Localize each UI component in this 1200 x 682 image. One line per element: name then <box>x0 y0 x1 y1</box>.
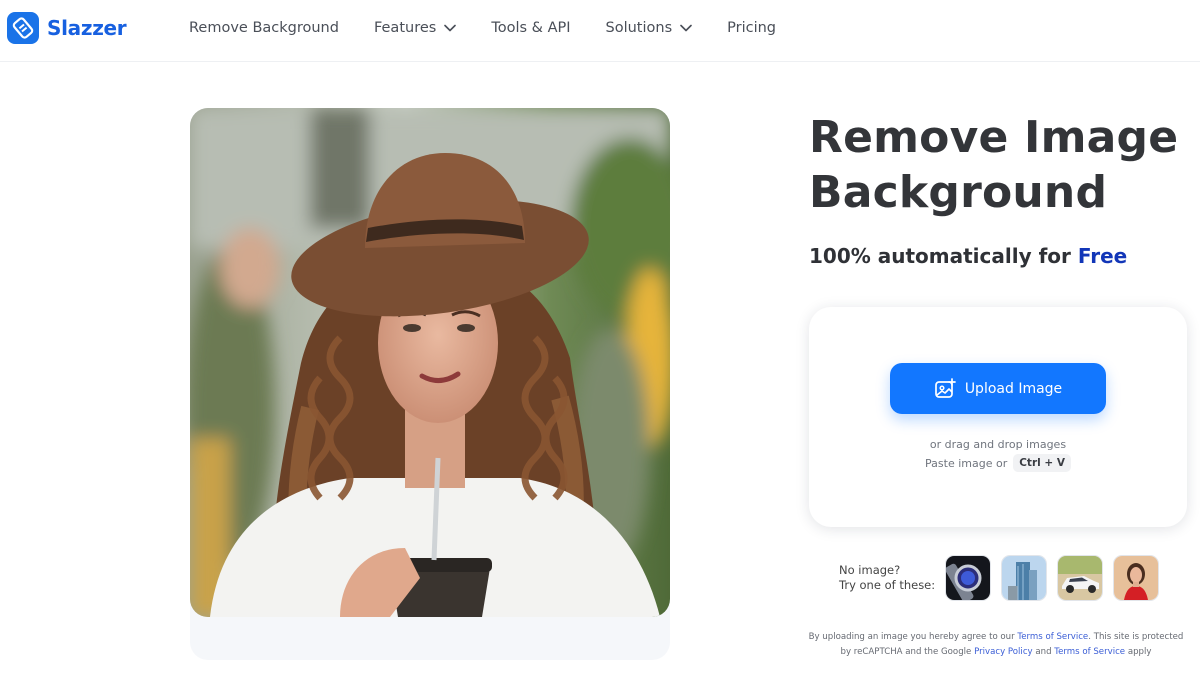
brand-logo[interactable]: Slazzer <box>7 11 127 45</box>
slazzer-logo-icon <box>7 12 39 44</box>
paste-hint: Paste image or Ctrl + V <box>809 454 1187 472</box>
hero-photo <box>190 108 670 617</box>
subtitle-highlight: Free <box>1077 244 1128 268</box>
legal-disclaimer: By uploading an image you hereby agree t… <box>806 630 1186 660</box>
top-navigation-bar: Slazzer Remove Background Features Tools… <box>0 0 1200 62</box>
page-title-line-1: Remove Image <box>809 112 1179 163</box>
sample-label-line-1: No image? <box>839 563 901 577</box>
legal-text: and <box>1032 647 1055 657</box>
sample-label-line-2: Try one of these: <box>839 578 936 592</box>
nav-item-remove-background[interactable]: Remove Background <box>189 20 339 36</box>
keyboard-shortcut-badge: Ctrl + V <box>1013 454 1071 472</box>
nav-item-label: Features <box>373 20 437 36</box>
nav-item-tools-api[interactable]: Tools & API <box>491 20 570 36</box>
page-title: Remove Image Background <box>809 110 1189 220</box>
google-terms-link[interactable]: Terms of Service <box>1054 647 1125 657</box>
upload-image-button[interactable]: Upload Image <box>890 363 1106 414</box>
legal-text: apply <box>1125 647 1152 657</box>
drag-drop-hint: or drag and drop images <box>929 438 1067 451</box>
sample-image-skyscraper[interactable] <box>1002 556 1046 600</box>
sample-image-smartwatch[interactable] <box>946 556 990 600</box>
sample-images-label: No image? Try one of these: <box>839 563 935 593</box>
paste-hint-text: Paste image or <box>925 456 1008 470</box>
upload-dropzone[interactable]: Upload Image or drag and drop images Pas… <box>809 307 1187 527</box>
nav-item-pricing[interactable]: Pricing <box>727 20 776 36</box>
nav-item-label: Tools & API <box>491 20 571 36</box>
terms-of-service-link[interactable]: Terms of Service <box>1017 632 1088 642</box>
page-subtitle: 100% automatically for Free <box>809 244 1127 268</box>
sample-image-woman-in-red[interactable] <box>1114 556 1158 600</box>
legal-text: By uploading an image you hereby agree t… <box>808 632 1018 642</box>
brand-name: Slazzer <box>47 16 127 40</box>
nav-item-label: Remove Background <box>189 20 339 36</box>
page-title-line-2: Background <box>809 167 1108 218</box>
subtitle-text: 100% automatically for <box>809 244 1078 268</box>
nav-item-label: Solutions <box>605 20 673 36</box>
chevron-down-icon <box>444 24 457 32</box>
image-plus-icon <box>934 377 956 398</box>
privacy-policy-link[interactable]: Privacy Policy <box>974 647 1033 657</box>
main-nav: Remove Background Features Tools & API S… <box>189 0 811 56</box>
sample-image-car[interactable] <box>1058 556 1102 600</box>
nav-item-solutions[interactable]: Solutions <box>606 20 693 36</box>
chevron-down-icon <box>680 24 692 32</box>
nav-item-label: Pricing <box>727 20 777 36</box>
nav-item-features[interactable]: Features <box>373 20 457 36</box>
upload-button-label: Upload Image <box>964 380 1063 397</box>
sample-images-list <box>946 556 1170 600</box>
